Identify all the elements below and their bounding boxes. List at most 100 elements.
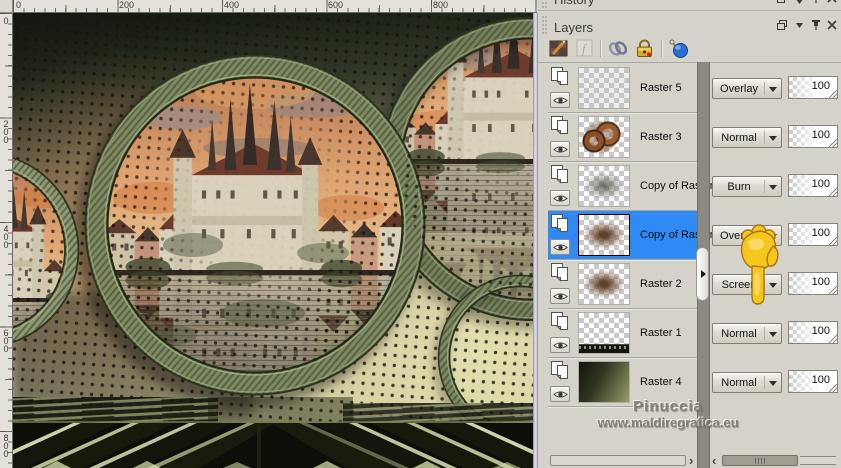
dropdown-icon[interactable] — [794, 22, 807, 34]
horizontal-ruler: 0 200 400 600 800 1000 — [13, 0, 537, 13]
application-window: 0 200 400 600 800 1000 0 200 400 600 800 — [0, 0, 841, 468]
pin-icon[interactable] — [810, 19, 823, 31]
blend-mode-select[interactable]: Normal — [712, 323, 782, 344]
visibility-toggle[interactable] — [550, 92, 570, 108]
opacity-field[interactable]: 100 — [788, 76, 838, 99]
layer-name[interactable]: Copy of Raster 2 — [640, 180, 723, 192]
layer-pages-icon — [550, 262, 570, 282]
opacity-value: 100 — [811, 325, 830, 337]
layer-pages-icon — [550, 360, 570, 380]
canvas-artwork[interactable] — [0, 13, 683, 468]
blend-mode-select[interactable]: Normal — [712, 372, 782, 393]
history-panel-title: History — [554, 0, 594, 7]
blend-mode-value: Normal — [721, 328, 757, 340]
horizontal-scrollbar-track-right[interactable] — [800, 456, 836, 465]
opacity-value: 100 — [811, 80, 830, 92]
visibility-toggle[interactable] — [550, 386, 570, 402]
lock-transparency-icon[interactable] — [633, 38, 656, 59]
opacity-value: 100 — [811, 129, 830, 141]
layer-pages-icon — [550, 66, 570, 86]
blend-mode-value: Normal — [721, 377, 757, 389]
layer-name[interactable]: Raster 4 — [640, 376, 682, 388]
new-layer-icon[interactable] — [548, 38, 571, 59]
restore-icon[interactable] — [776, 19, 789, 31]
opacity-value: 100 — [811, 374, 830, 386]
layer-thumbnail[interactable] — [578, 214, 630, 256]
horizontal-scrollbar-track-left[interactable] — [550, 455, 686, 466]
layer-pages-icon — [550, 213, 570, 233]
layer-row-copy-of-raster2-selected[interactable]: Copy of Raster 2 — [548, 211, 723, 260]
blend-mode-value: Burn — [727, 181, 751, 193]
layer-row-raster4[interactable]: Raster 4 — [548, 358, 697, 407]
restore-icon[interactable] — [776, 0, 789, 4]
visibility-toggle[interactable] — [550, 337, 570, 353]
layer-row-raster3[interactable]: Raster 3 — [548, 113, 697, 162]
layer-styles-icon[interactable]: f — [574, 38, 597, 59]
opacity-field[interactable]: 100 — [788, 223, 838, 246]
close-icon[interactable] — [826, 19, 839, 31]
opacity-field[interactable]: 100 — [788, 272, 838, 295]
pin-icon[interactable] — [810, 0, 823, 4]
blend-mode-select[interactable]: Overlay — [712, 78, 782, 99]
ruler-label: 0 — [1, 16, 11, 24]
horizontal-scrollbar-thumb[interactable] — [722, 455, 798, 466]
pushpin-icon[interactable] — [668, 38, 691, 59]
panel-grip[interactable] — [542, 16, 547, 34]
panel-grip[interactable] — [542, 0, 547, 8]
ruler-corner — [0, 0, 13, 13]
scroll-right-arrow-icon[interactable]: › — [689, 453, 693, 468]
opacity-value: 100 — [811, 227, 830, 239]
layers-panel-titlebar[interactable]: Layers — [538, 12, 841, 38]
layer-name[interactable]: Raster 1 — [640, 327, 682, 339]
scroll-left-arrow-icon[interactable]: ‹ — [712, 453, 716, 468]
ruler-label: 800 — [1, 433, 11, 457]
ruler-label: 0 — [16, 0, 22, 10]
visibility-toggle[interactable] — [550, 288, 570, 304]
chevron-down-icon — [769, 381, 777, 390]
visibility-toggle[interactable] — [550, 190, 570, 206]
layer-thumbnail[interactable] — [578, 312, 630, 354]
layer-pages-icon — [550, 311, 570, 331]
vertical-ruler: 0 200 400 600 800 — [0, 13, 13, 468]
layer-name[interactable]: Raster 2 — [640, 278, 682, 290]
visibility-toggle[interactable] — [550, 239, 570, 255]
layer-name[interactable]: Raster 5 — [640, 82, 682, 94]
opacity-field[interactable]: 100 — [788, 321, 838, 344]
ruler-label: 400 — [224, 0, 240, 10]
watermark-line2: www.maldiregrafica.eu — [597, 415, 739, 430]
layer-row-raster5[interactable]: Raster 5 — [548, 64, 697, 113]
ruler-label: 600 — [328, 0, 344, 10]
layer-row-raster2[interactable]: Raster 2 — [548, 260, 697, 309]
ruler-label: 400 — [1, 224, 11, 248]
close-icon[interactable] — [826, 0, 839, 4]
splitter-collapse-handle[interactable] — [696, 247, 709, 301]
layer-row-raster1[interactable]: Raster 1 — [548, 309, 697, 358]
ruler-label: 600 — [1, 328, 11, 352]
link-layers-icon[interactable] — [606, 38, 629, 59]
history-panel-titlebar[interactable]: History — [538, 0, 841, 10]
layers-panel-title: Layers — [554, 20, 594, 35]
layer-row-copy-of-raster2-burn[interactable]: Copy of Raster 2 — [548, 162, 723, 211]
layer-name[interactable]: Raster 3 — [640, 131, 682, 143]
opacity-field[interactable]: 100 — [788, 174, 838, 197]
hand-pointing-down-icon — [735, 222, 781, 310]
visibility-toggle[interactable] — [550, 141, 570, 157]
layer-pages-icon — [550, 164, 570, 184]
blend-mode-select[interactable]: Normal — [712, 127, 782, 148]
dropdown-icon[interactable] — [794, 0, 807, 7]
blend-mode-select[interactable]: Burn — [712, 176, 782, 197]
layer-thumbnail[interactable] — [578, 67, 630, 109]
layer-name[interactable]: Copy of Raster 2 — [640, 229, 723, 241]
layer-thumbnail[interactable] — [578, 263, 630, 305]
layer-thumbnail[interactable] — [578, 165, 630, 207]
layer-thumbnail[interactable] — [578, 361, 630, 403]
opacity-value: 100 — [811, 178, 830, 190]
opacity-field[interactable]: 100 — [788, 125, 838, 148]
artwork-image — [0, 13, 683, 468]
opacity-field[interactable]: 100 — [788, 370, 838, 393]
toolbar-separator — [600, 40, 601, 57]
ruler-label: 200 — [1, 119, 11, 143]
layer-thumbnail[interactable] — [578, 116, 630, 158]
blend-mode-value: Overlay — [720, 83, 758, 95]
chevron-down-icon — [769, 185, 777, 194]
